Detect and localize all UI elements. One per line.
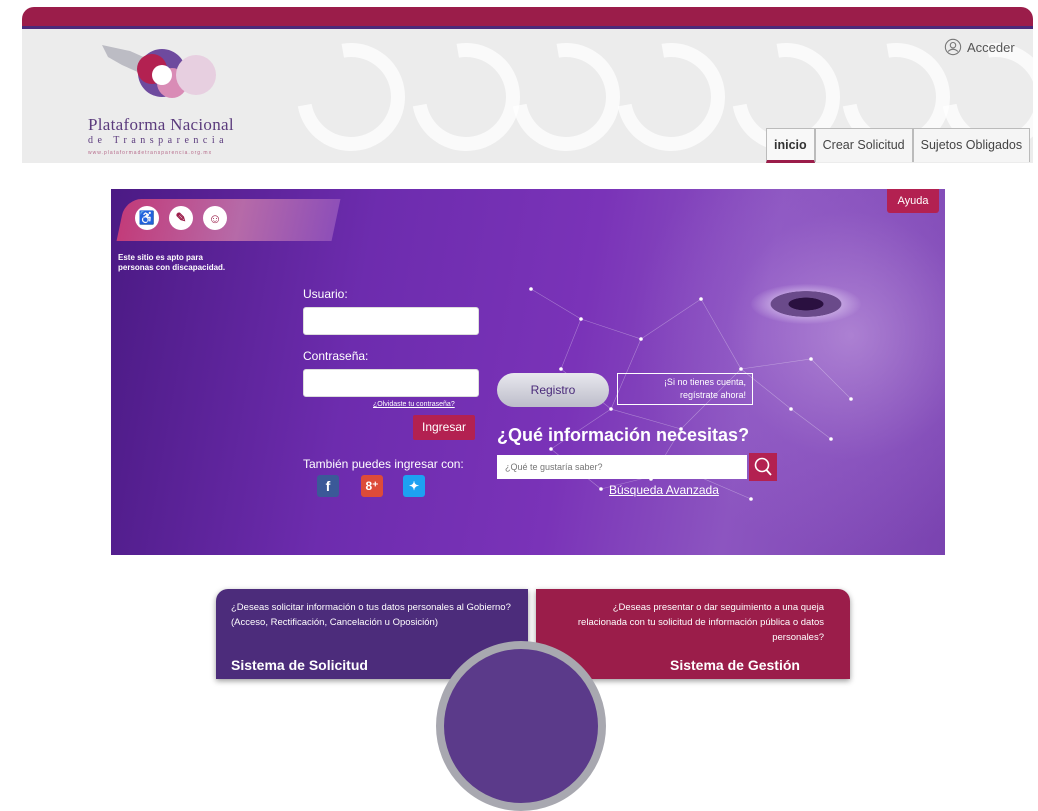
hearing-impaired-icon[interactable]: ✎ <box>169 206 193 230</box>
ayuda-button[interactable]: Ayuda <box>887 189 939 213</box>
card-title: Sistema de Solicitud <box>231 657 368 673</box>
sign-language-icon[interactable]: ☺ <box>203 206 227 230</box>
facebook-icon[interactable]: f <box>317 475 339 497</box>
accessibility-note: Este sitio es apto para personas con dis… <box>118 253 278 273</box>
usuario-input[interactable] <box>303 307 479 335</box>
acceder-label: Acceder <box>967 39 1015 55</box>
search-heading: ¿Qué información necesitas? <box>497 425 750 445</box>
main-nav: inicio Crear Solicitud Sujetos Obligados <box>766 128 1031 163</box>
registro-note-line: regístrate ahora! <box>679 390 746 400</box>
twitter-icon[interactable]: ✦ <box>403 475 425 497</box>
login-hero: ♿ ✎ ☺ Este sitio es apto para personas c… <box>111 189 945 555</box>
acceder-link[interactable]: Acceder <box>944 36 1015 58</box>
nav-inicio[interactable]: inicio <box>766 128 815 163</box>
center-circle-decoration <box>436 641 606 811</box>
card-description: ¿Deseas solicitar información o tus dato… <box>231 602 511 628</box>
wheelchair-icon[interactable]: ♿ <box>135 206 159 230</box>
accessibility-note-line: Este sitio es apto para <box>118 253 203 262</box>
advanced-search-link[interactable]: Búsqueda Avanzada <box>609 483 719 497</box>
site-header: Plataforma Nacional de Transparencia www… <box>22 29 1033 163</box>
registro-button[interactable]: Registro <box>497 373 609 407</box>
forgot-password-link[interactable]: ¿Olvidaste tu contraseña? <box>373 401 455 408</box>
ingresar-button[interactable]: Ingresar <box>413 415 475 440</box>
search-button[interactable] <box>749 453 777 481</box>
social-login-label: También puedes ingresar con: <box>303 457 464 471</box>
search-input[interactable] <box>497 455 747 479</box>
swirl-decoration <box>595 29 747 163</box>
card-title: Sistema de Gestión <box>670 657 800 673</box>
swirl-decoration <box>275 29 427 163</box>
site-logo[interactable]: Plataforma Nacional de Transparencia www… <box>80 39 255 159</box>
nav-sujetos-obligados[interactable]: Sujetos Obligados <box>912 128 1031 162</box>
card-description: ¿Deseas presentar o dar seguimiento a un… <box>577 602 824 643</box>
nav-crear-solicitud[interactable]: Crear Solicitud <box>814 128 913 162</box>
logo-subtitle: de Transparencia <box>88 135 229 146</box>
usuario-label: Usuario: <box>303 287 348 301</box>
google-plus-icon[interactable]: 8⁺ <box>361 475 383 497</box>
contrasena-input[interactable] <box>303 369 479 397</box>
accessibility-note-line: personas con discapacidad. <box>118 263 226 272</box>
logo-url: www.plataformadetransparencia.org.mx <box>88 150 213 156</box>
accessibility-icons: ♿ ✎ ☺ <box>135 206 227 230</box>
sistema-gestion-card[interactable]: ¿Deseas presentar o dar seguimiento a un… <box>536 589 850 679</box>
user-icon <box>944 38 962 56</box>
search-icon <box>754 457 772 476</box>
registro-note-line: ¡Si no tienes cuenta, <box>663 377 746 387</box>
registro-note: ¡Si no tienes cuenta, regístrate ahora! <box>617 373 753 405</box>
logo-mark-icon <box>102 45 216 98</box>
contrasena-label: Contraseña: <box>303 349 369 363</box>
logo-title: Plataforma Nacional <box>88 115 234 134</box>
